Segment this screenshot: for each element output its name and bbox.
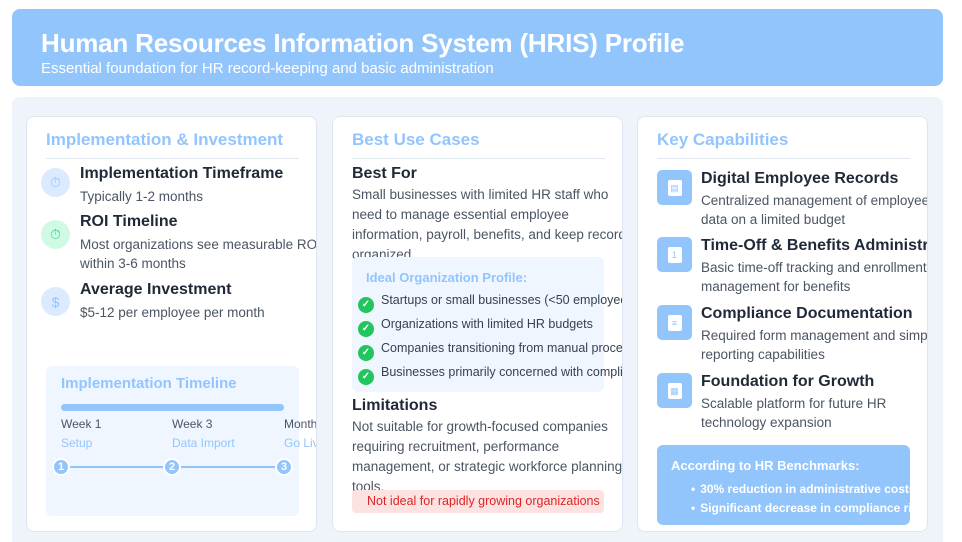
ideal-profile-item: ✓ Businesses primarily concerned with com…: [358, 365, 623, 385]
best-for-text: Small businesses with limited HR staff w…: [352, 187, 623, 262]
ideal-profile-item-text: Startups or small businesses (<50 employ…: [381, 293, 623, 307]
timeline-week: Week 1: [61, 417, 102, 431]
capabilities-card-title: Key Capabilities: [657, 130, 910, 159]
page-header: Human Resources Information System (HRIS…: [12, 9, 943, 86]
check-icon: ✓: [358, 320, 374, 337]
capabilities-card: Key Capabilities ▤ Digital Employee Reco…: [637, 116, 928, 532]
capability-heading: Compliance Documentation: [701, 305, 913, 322]
item-text: Most organizations see measurable ROI wi…: [80, 237, 317, 271]
clipboard-icon: ▤: [657, 170, 692, 205]
ideal-profile-item: ✓ Startups or small businesses (<50 emplo…: [358, 293, 623, 313]
implementation-card: Implementation & Investment ⏱ Implementa…: [26, 116, 317, 532]
item-heading: ROI Timeline: [80, 213, 178, 230]
limitations-heading: Limitations: [352, 397, 438, 414]
implementation-timeline: Implementation Timeline Week 1 Week 3 Mo…: [46, 366, 316, 516]
content-area: Implementation & Investment ⏱ Implementa…: [12, 97, 943, 542]
timeline-step-marker: 2: [163, 458, 181, 476]
timeline-week: Week 3: [172, 417, 213, 431]
check-icon: ✓: [358, 296, 374, 313]
timeline-phase: Setup: [61, 436, 93, 450]
item-heading: Average Investment: [80, 281, 232, 298]
capability-text: Centralized management of employee data …: [701, 193, 928, 227]
item-text: Typically 1-2 months: [80, 189, 204, 204]
item-heading: Implementation Timeframe: [80, 165, 284, 182]
use-cases-card-title: Best Use Cases: [352, 130, 605, 159]
benchmarks-box: According to HR Benchmarks: 30% reductio…: [657, 445, 910, 525]
check-icon: ✓: [358, 344, 374, 361]
capability-heading: Foundation for Growth: [701, 373, 875, 390]
dollar-icon: $: [41, 287, 70, 316]
benchmarks-title: According to HR Benchmarks:: [671, 458, 860, 473]
calendar-icon: 1: [657, 237, 692, 272]
page-subtitle: Essential foundation for HR record-keepi…: [41, 60, 494, 77]
item-text: $5-12 per employee per month: [80, 305, 265, 320]
building-icon: ▦: [657, 373, 692, 408]
clock-icon: ⏱: [41, 168, 70, 197]
stopwatch-icon: ⏱: [41, 220, 70, 249]
benchmark-item: Significant decrease in compliance risk: [691, 501, 910, 515]
ideal-profile-item: ✓ Companies transitioning from manual pro…: [358, 341, 623, 361]
limitations-text: Not suitable for growth-focused companie…: [352, 419, 623, 494]
timeline-week: Month 2: [284, 417, 317, 431]
page-title: Human Resources Information System (HRIS…: [41, 28, 685, 58]
ideal-profile-title: Ideal Organization Profile:: [366, 270, 528, 285]
best-for-heading: Best For: [352, 165, 417, 182]
ideal-profile-item-text: Businesses primarily concerned with comp…: [381, 365, 623, 379]
capability-text: Required form management and simple repo…: [701, 328, 928, 362]
warning-badge: Not ideal for rapidly growing organizati…: [352, 490, 604, 513]
ideal-profile-box: Ideal Organization Profile: ✓ Startups or…: [352, 257, 622, 392]
ideal-profile-item-text: Companies transitioning from manual proc…: [381, 341, 623, 355]
timeline-progress-bar: [61, 404, 284, 411]
use-cases-card: Best Use Cases Best For Small businesses…: [332, 116, 623, 532]
benchmark-item: 30% reduction in administrative costs: [691, 482, 910, 496]
capability-heading: Digital Employee Records: [701, 170, 899, 187]
timeline-phase: Go Live: [284, 436, 316, 450]
ideal-profile-item: ✓ Organizations with limited HR budgets: [358, 317, 593, 337]
timeline-step-marker: 1: [52, 458, 70, 476]
capability-heading: Time-Off & Benefits Administration: [701, 237, 928, 254]
implementation-card-title: Implementation & Investment: [46, 130, 299, 159]
capability-text: Basic time-off tracking and enrollment m…: [701, 260, 927, 294]
capability-text: Scalable platform for future HR technolo…: [701, 396, 887, 430]
ideal-profile-item-text: Organizations with limited HR budgets: [381, 317, 593, 331]
timeline-title: Implementation Timeline: [61, 375, 237, 392]
timeline-phase: Data Import: [172, 436, 235, 450]
document-icon: ≡: [657, 305, 692, 340]
timeline-step-marker: 3: [275, 458, 293, 476]
check-icon: ✓: [358, 368, 374, 385]
